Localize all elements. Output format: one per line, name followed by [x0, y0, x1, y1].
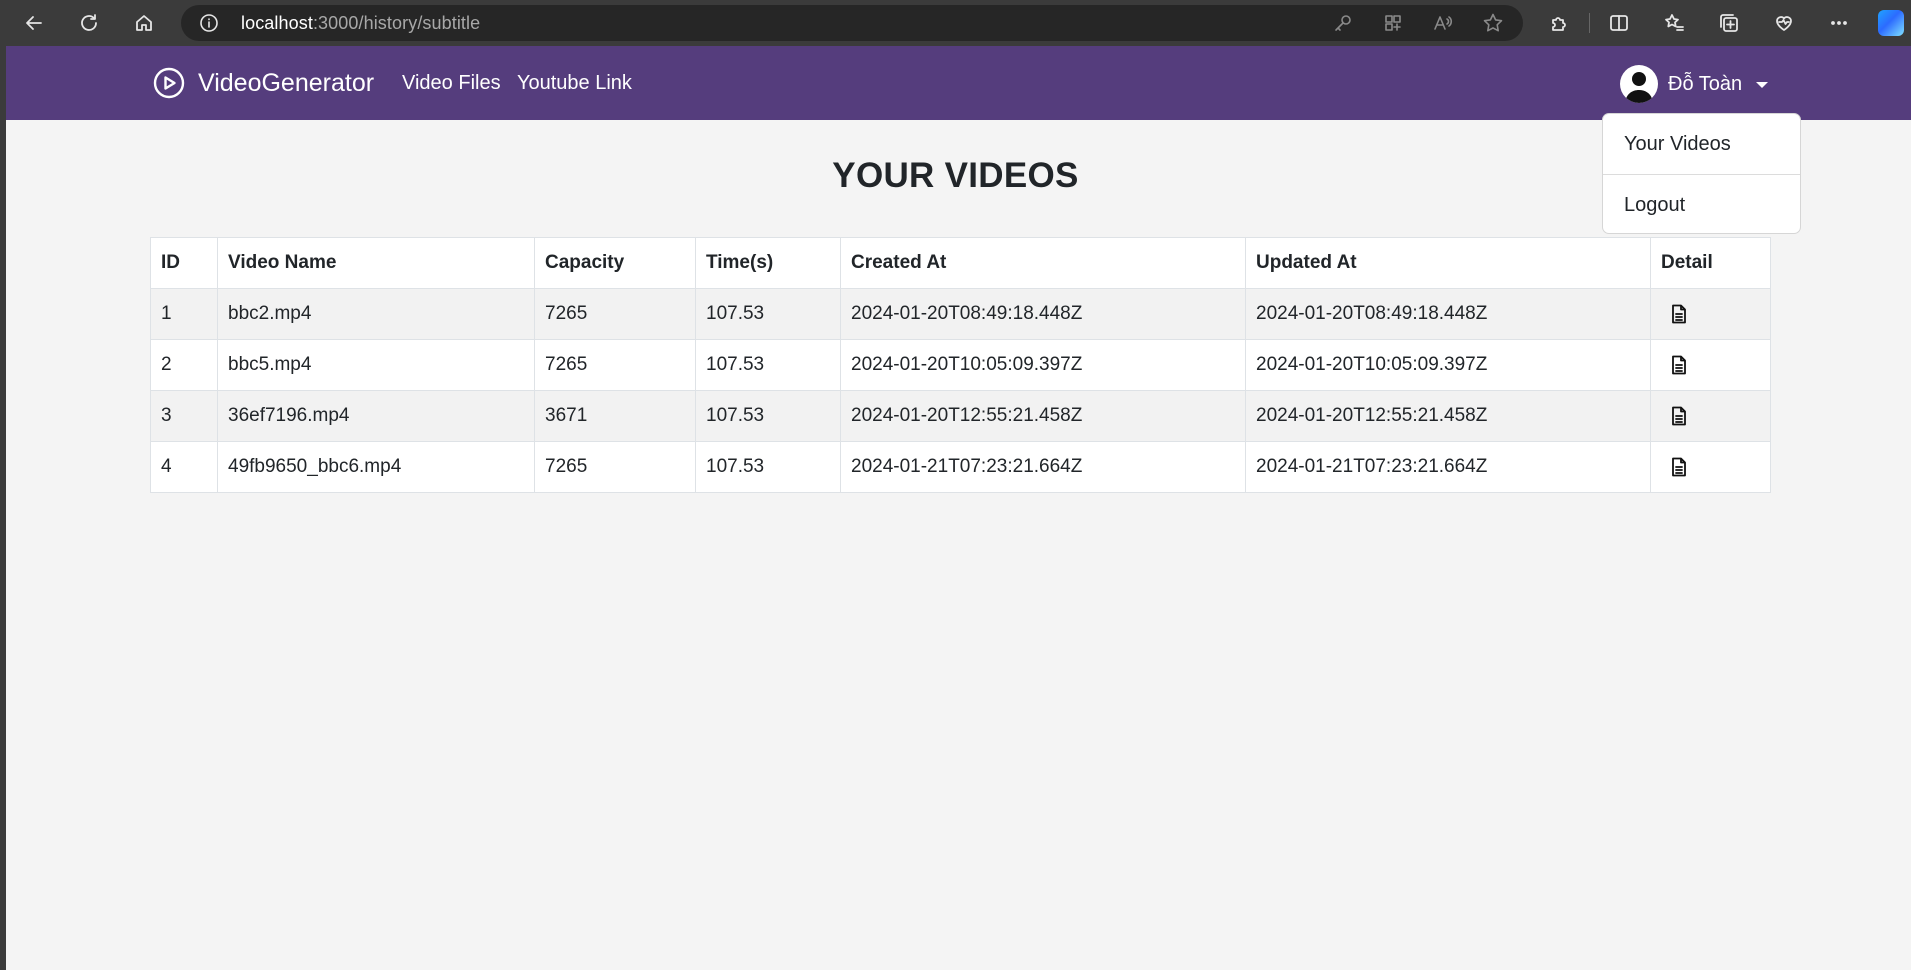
- favorite-star-icon[interactable]: [1481, 13, 1505, 33]
- user-silhouette-icon: [1625, 72, 1653, 103]
- cell-id: 4: [150, 441, 218, 493]
- col-header-detail: Detail: [1650, 237, 1771, 289]
- cell-created-at: 2024-01-20T12:55:21.458Z: [840, 390, 1246, 442]
- cell-detail: [1650, 288, 1771, 340]
- menu-item-your-videos[interactable]: Your Videos: [1603, 114, 1800, 174]
- cell-updated-at: 2024-01-20T10:05:09.397Z: [1245, 339, 1651, 391]
- refresh-icon: [81, 14, 97, 31]
- cell-time: 107.53: [695, 339, 841, 391]
- brand-name: VideoGenerator: [198, 68, 375, 97]
- table-row: 4 49fb9650_bbc6.mp4 7265 107.53 2024-01-21T0…: [150, 441, 1771, 493]
- home-icon: [136, 15, 152, 31]
- cell-video-name: bbc5.mp4: [217, 339, 535, 391]
- col-header-created-at: Created At: [840, 237, 1246, 289]
- split-screen-icon: [1610, 15, 1628, 31]
- cell-video-name: bbc2.mp4: [217, 288, 535, 340]
- cell-created-at: 2024-01-20T08:49:18.448Z: [840, 288, 1246, 340]
- videos-table: ID Video Name Capacity Time(s) Created A…: [150, 237, 1771, 493]
- col-header-id: ID: [150, 237, 218, 289]
- table-row: 1 bbc2.mp4 7265 107.53 2024-01-20T08:49:18.4…: [150, 288, 1771, 340]
- user-menu-toggle[interactable]: Đỗ Toàn: [1620, 64, 1769, 104]
- brand-link[interactable]: VideoGenerator: [152, 46, 374, 120]
- back-button[interactable]: [18, 9, 50, 37]
- cell-updated-at: 2024-01-20T08:49:18.448Z: [1245, 288, 1651, 340]
- cell-created-at: 2024-01-21T07:23:21.664Z: [840, 441, 1246, 493]
- col-header-updated-at: Updated At: [1245, 237, 1651, 289]
- cell-video-name: 49fb9650_bbc6.mp4: [217, 441, 535, 493]
- menu-item-logout[interactable]: Logout: [1603, 175, 1800, 235]
- document-icon[interactable]: [1670, 406, 1688, 426]
- url-host: localhost: [241, 13, 313, 33]
- cell-time: 107.53: [695, 288, 841, 340]
- play-circle-icon: [152, 66, 186, 100]
- col-header-video-name: Video Name: [217, 237, 535, 289]
- address-bar[interactable]: localhost:3000/history/subtitle: [181, 5, 1523, 41]
- cell-capacity: 7265: [534, 339, 696, 391]
- favorites-list-icon: [1665, 14, 1684, 31]
- cell-id: 3: [150, 390, 218, 442]
- document-icon[interactable]: [1670, 304, 1688, 324]
- user-dropdown-menu: Your Videos Logout: [1602, 113, 1801, 234]
- cell-capacity: 7265: [534, 288, 696, 340]
- col-header-capacity: Capacity: [534, 237, 696, 289]
- document-icon[interactable]: [1670, 355, 1688, 375]
- cell-detail: [1650, 441, 1771, 493]
- avatar: [1620, 65, 1658, 103]
- cell-updated-at: 2024-01-21T07:23:21.664Z: [1245, 441, 1651, 493]
- heart-pulse-icon: [1776, 16, 1792, 31]
- app-install-icon[interactable]: [1381, 13, 1405, 33]
- cell-created-at: 2024-01-20T10:05:09.397Z: [840, 339, 1246, 391]
- address-url[interactable]: localhost:3000/history/subtitle: [241, 5, 480, 41]
- nav-youtube-link[interactable]: Youtube Link: [517, 46, 632, 120]
- home-button[interactable]: [128, 9, 160, 37]
- col-header-time: Time(s): [695, 237, 841, 289]
- cell-id: 2: [150, 339, 218, 391]
- cell-detail: [1650, 390, 1771, 442]
- cell-updated-at: 2024-01-20T12:55:21.458Z: [1245, 390, 1651, 442]
- extensions-button[interactable]: [1543, 9, 1575, 37]
- cell-time: 107.53: [695, 390, 841, 442]
- nav-video-files[interactable]: Video Files: [402, 46, 501, 120]
- cell-time: 107.53: [695, 441, 841, 493]
- favorites-button[interactable]: [1658, 9, 1690, 37]
- more-menu-button[interactable]: [1823, 9, 1855, 37]
- read-aloud-icon[interactable]: [1431, 13, 1455, 33]
- cell-id: 1: [150, 288, 218, 340]
- split-screen-button[interactable]: [1603, 9, 1635, 37]
- refresh-button[interactable]: [73, 9, 105, 37]
- cell-video-name: 36ef7196.mp4: [217, 390, 535, 442]
- back-arrow-icon: [26, 16, 42, 30]
- table-header-row: ID Video Name Capacity Time(s) Created A…: [150, 237, 1771, 289]
- toolbar-divider: [1589, 13, 1590, 33]
- cell-capacity: 7265: [534, 441, 696, 493]
- site-info-icon[interactable]: [199, 13, 219, 33]
- document-icon[interactable]: [1670, 457, 1688, 477]
- browser-toolbar: localhost:3000/history/subtitle: [0, 0, 1911, 46]
- collections-button[interactable]: [1713, 9, 1745, 37]
- user-name: Đỗ Toàn: [1668, 72, 1743, 95]
- password-key-icon[interactable]: [1331, 13, 1355, 33]
- puzzle-icon: [1552, 17, 1566, 31]
- copilot-icon[interactable]: [1878, 10, 1904, 36]
- table-row: 3 36ef7196.mp4 3671 107.53 2024-01-20T12:55:…: [150, 390, 1771, 442]
- cell-capacity: 3671: [534, 390, 696, 442]
- caret-down-icon: [1756, 82, 1769, 88]
- browser-essentials-button[interactable]: [1768, 9, 1800, 37]
- collections-icon: [1720, 14, 1738, 32]
- cell-detail: [1650, 339, 1771, 391]
- url-path: :3000/history/subtitle: [312, 13, 481, 33]
- more-dots-icon: [1831, 21, 1847, 25]
- table-row: 2 bbc5.mp4 7265 107.53 2024-01-20T10:05:09.3…: [150, 339, 1771, 391]
- app-navbar: VideoGenerator Video Files Youtube Link …: [6, 46, 1911, 120]
